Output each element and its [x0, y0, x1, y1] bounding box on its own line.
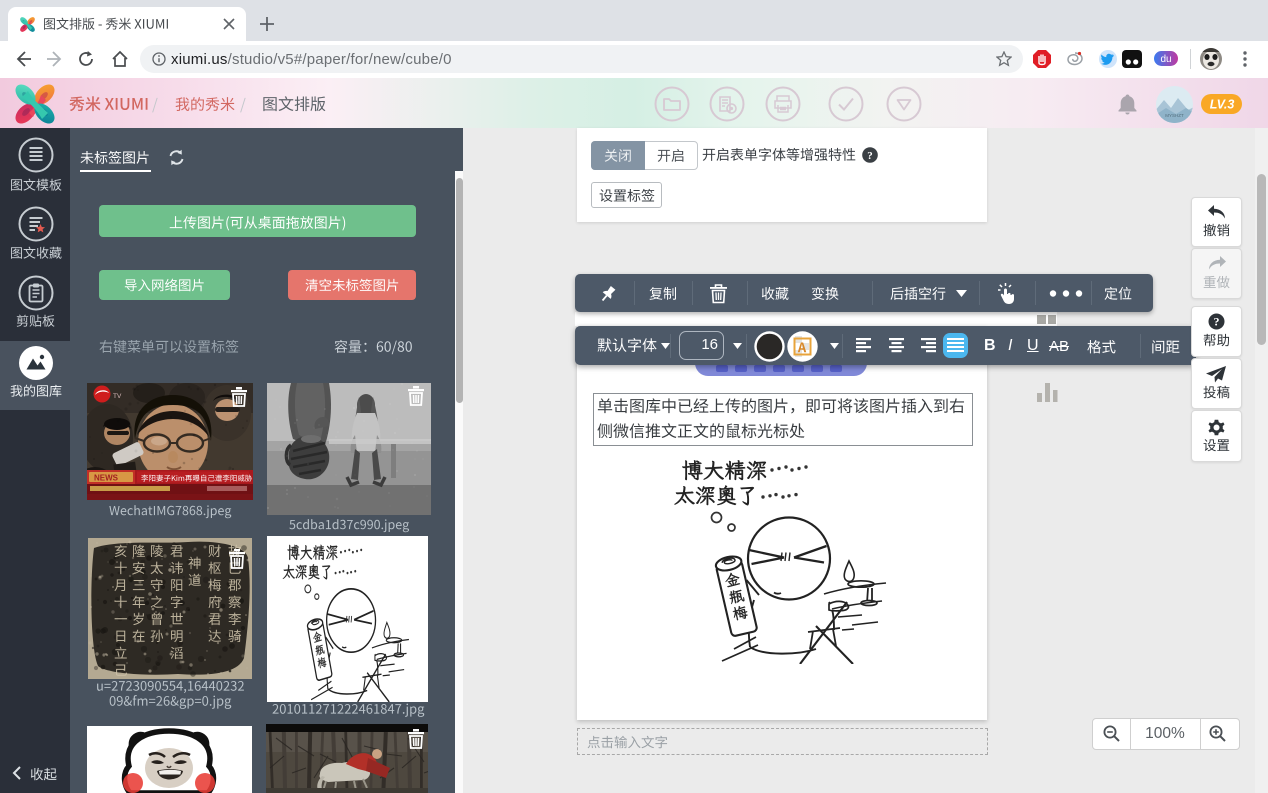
svg-text:MYSHZT: MYSHZT	[1165, 113, 1184, 118]
svg-text:du: du	[1160, 54, 1171, 65]
svg-text:NEWS: NEWS	[94, 474, 119, 483]
svg-text:LV.3: LV.3	[1210, 98, 1235, 112]
svg-text:TV: TV	[113, 393, 122, 400]
svg-text:?: ?	[867, 150, 873, 162]
svg-text:?: ?	[1214, 315, 1220, 329]
